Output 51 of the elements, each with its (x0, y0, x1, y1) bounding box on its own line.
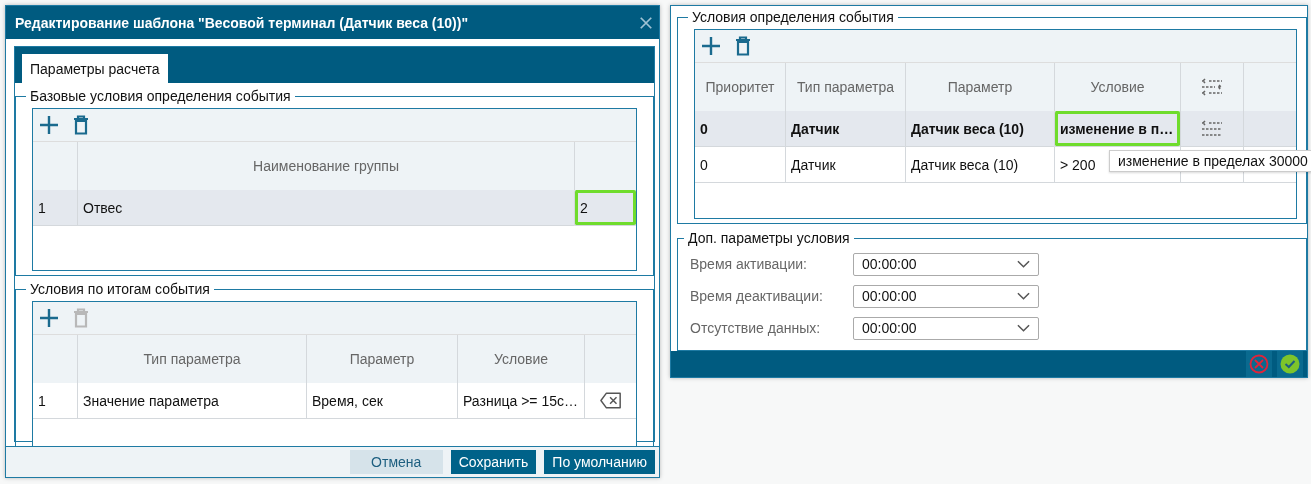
add-icon[interactable] (39, 308, 59, 328)
time-dropdown[interactable]: 00:00:00 (853, 284, 1039, 308)
cancel-button[interactable]: Отмена (349, 450, 443, 474)
table-row[interactable]: 1 Отвес 2 (33, 190, 636, 226)
chevron-down-icon (1017, 292, 1030, 300)
time-dropdown[interactable]: 00:00:00 (853, 316, 1039, 340)
confirm-button[interactable] (1277, 351, 1303, 377)
trash-icon[interactable] (71, 115, 91, 135)
table-cell: Значение параметра (77, 383, 306, 419)
add-icon[interactable] (39, 115, 59, 135)
save-button[interactable]: Сохранить (450, 450, 537, 474)
section-legend: Условия определения события (688, 9, 898, 25)
table-cell: изменение в п… (1054, 111, 1180, 147)
time-dropdown[interactable]: 00:00:00 (853, 252, 1039, 276)
trash-icon[interactable] (733, 36, 753, 56)
chevron-down-icon (1017, 260, 1030, 268)
column-header: Приоритет (704, 78, 776, 97)
chevron-down-icon (1017, 324, 1030, 332)
table-row[interactable]: 1 Значение параметра Время, сек Разница >= 15с… (33, 383, 636, 419)
table-cell: Время, сек (306, 383, 457, 419)
table-cell: Датчик (785, 111, 905, 147)
erase-icon[interactable] (599, 392, 622, 409)
table-cell: Датчик (785, 147, 905, 183)
tab[interactable]: Параметры расчета (22, 54, 168, 83)
window-title: Редактирование шаблона "Весовой терминал (Датчик веса (10))" (15, 14, 469, 31)
close-icon[interactable] (639, 15, 653, 30)
field-label: Время активации: (690, 256, 808, 272)
table-cell: 1 (33, 383, 77, 419)
section-legend: Доп. параметры условия (684, 230, 854, 246)
table-cell: Датчик веса (10) (905, 111, 1054, 147)
table-cell: 2 (574, 190, 636, 226)
table-cell: 0 (695, 111, 785, 147)
table-cell: 0 (695, 147, 785, 183)
section-legend: Базовые условия определения события (26, 88, 295, 104)
save-button[interactable]: По умолчанию (544, 450, 655, 474)
column-header: Условие (1054, 63, 1180, 111)
column-header: Условие (457, 335, 584, 383)
table-cell: Отвес (77, 190, 574, 226)
table-cell: Разница >= 15с… (457, 383, 584, 419)
list-arrows-icon[interactable] (1201, 78, 1223, 96)
field-label: Время деактивации: (690, 288, 824, 304)
field-label: Отсутствие данных: (690, 320, 822, 336)
section-legend: Условия по итогам события (26, 281, 214, 297)
table-row[interactable]: 0 Датчик Датчик веса (10) изменение в п… (695, 111, 1296, 147)
table-cell: Датчик веса (10) (905, 147, 1054, 183)
add-icon[interactable] (701, 36, 721, 56)
column-header: Параметр (306, 335, 457, 383)
column-header: Тип параметра (77, 335, 306, 383)
tooltip: изменение в пределах 30000 (1109, 150, 1311, 172)
list-arrows-icon[interactable] (1201, 119, 1223, 138)
table-cell: 1 (33, 190, 77, 226)
